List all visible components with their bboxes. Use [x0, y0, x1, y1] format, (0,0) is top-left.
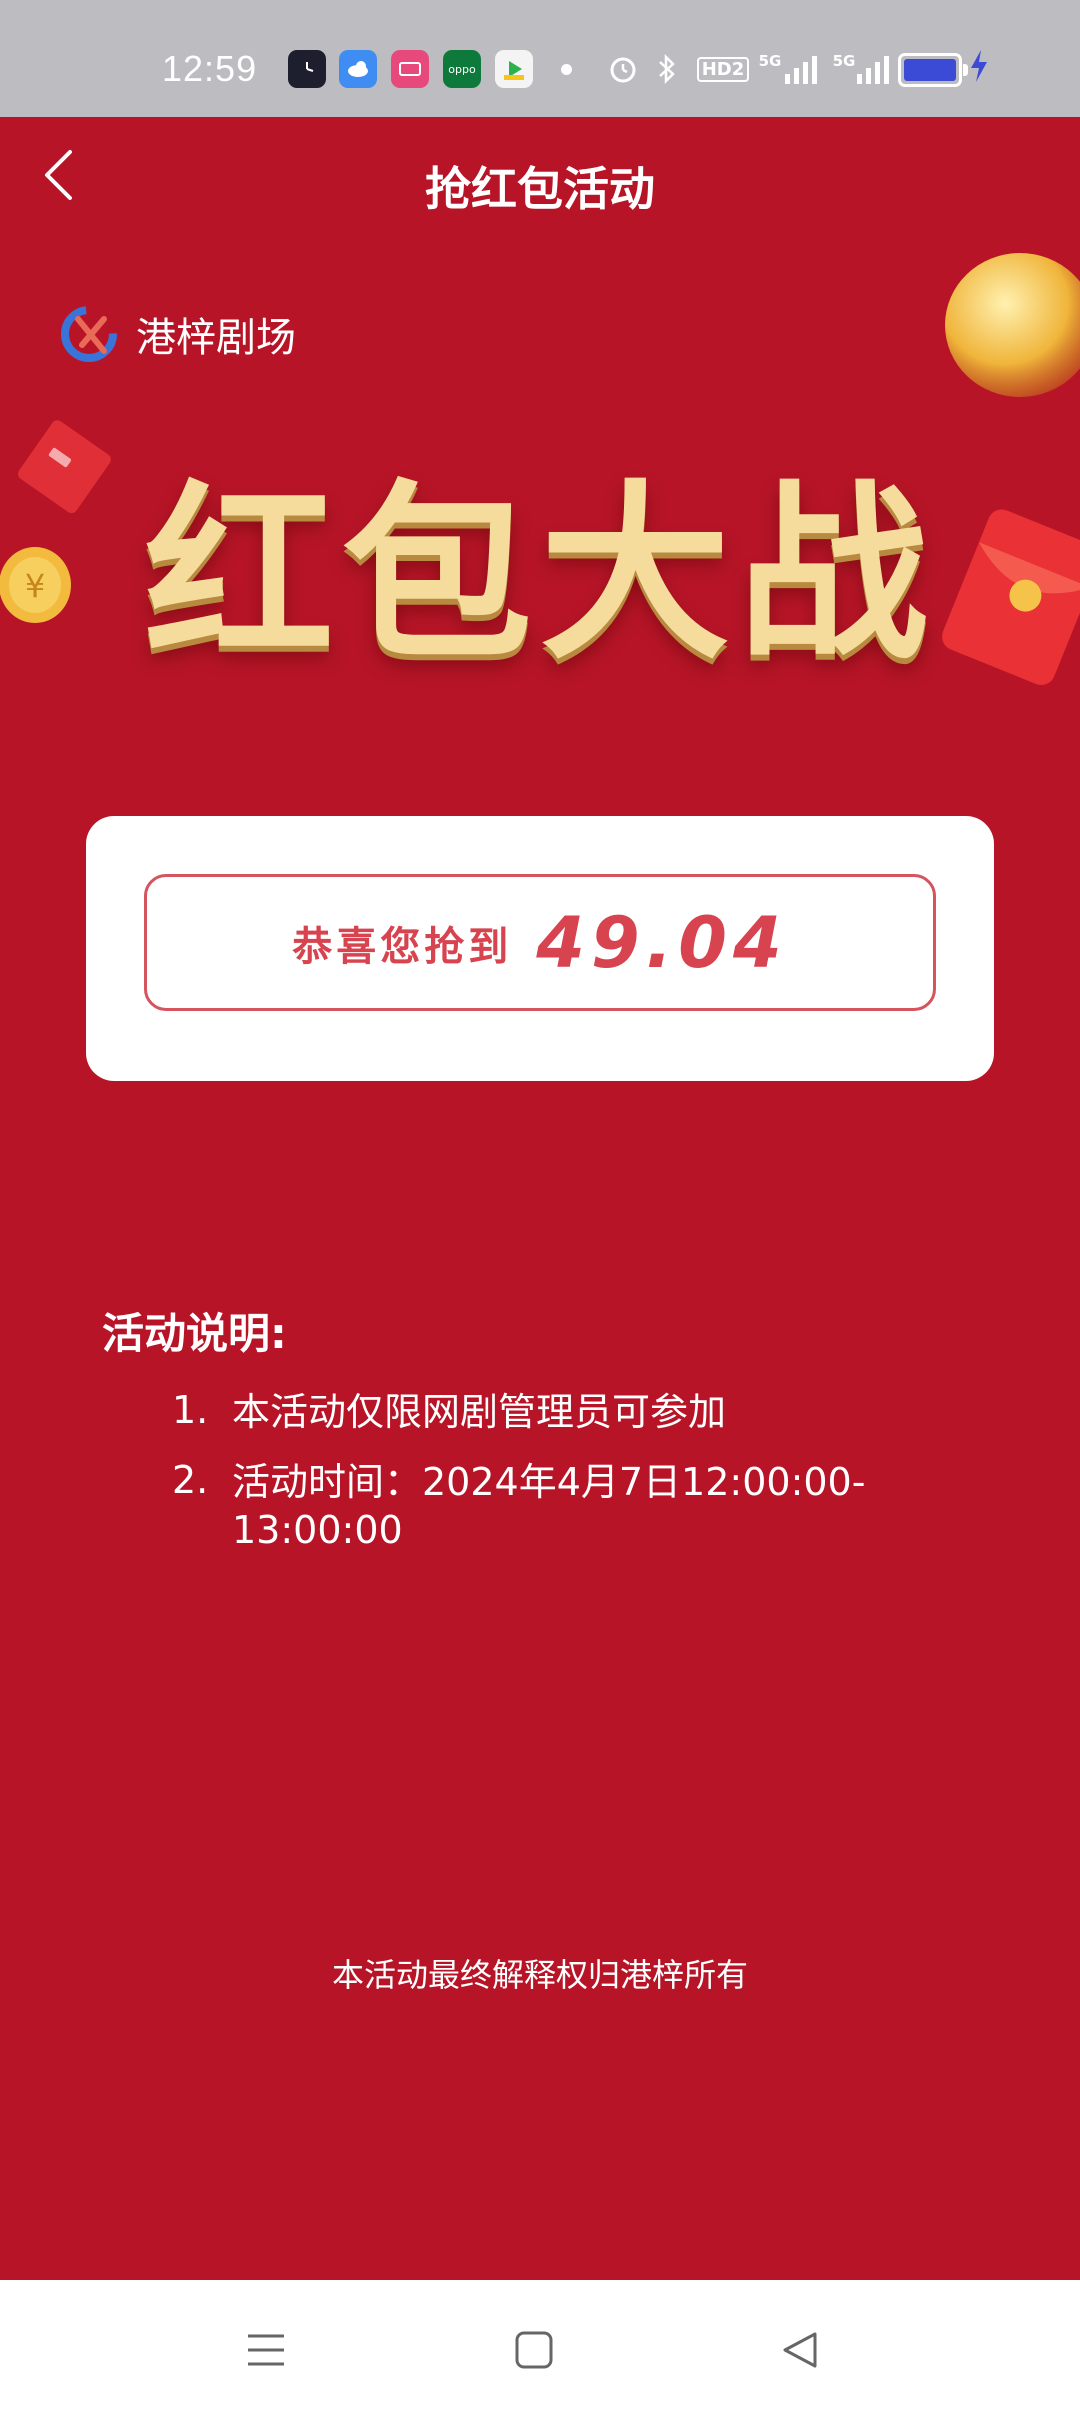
square-icon	[515, 2331, 553, 2369]
prize-box: 恭喜您抢到 49.04	[144, 874, 936, 1011]
menu-icon	[248, 2334, 284, 2366]
bluetooth-icon	[650, 50, 684, 88]
video-app-icon	[391, 50, 429, 88]
battery-icon	[898, 53, 968, 87]
menu-nav-button[interactable]	[226, 2310, 306, 2390]
rule-number: 2.	[172, 1458, 209, 1502]
rule-text: 活动时间：2024年4月7日12:00:00-13:00:00	[232, 1460, 866, 1552]
prize-amount: 49.04	[536, 901, 788, 984]
hd-label: HD2	[696, 56, 750, 82]
status-time: 12:59	[162, 48, 258, 89]
oppo-app-icon: oppo	[443, 50, 481, 88]
oppo-app-label: oppo	[448, 62, 476, 76]
media-app-icon	[495, 50, 533, 88]
signal1-label: 5G	[758, 52, 782, 70]
triangle-back-icon	[783, 2332, 817, 2368]
rules-title: 活动说明:	[102, 1309, 287, 1358]
signal-5g-icon-2: 5G	[832, 50, 892, 88]
signal-5g-icon-1: 5G	[757, 50, 823, 88]
gold-coin-icon	[945, 253, 1080, 397]
back-nav-button[interactable]	[760, 2310, 840, 2390]
footer-note: 本活动最终解释权归港梓所有	[331, 1956, 748, 1994]
clock-app-icon	[288, 50, 326, 88]
status-bar: 12:59 oppo HD2 5G 5G	[0, 0, 1080, 117]
navigation-bar	[0, 2280, 1080, 2412]
rule-number: 1.	[172, 1388, 209, 1432]
prize-label: 恭喜您抢到	[292, 923, 513, 970]
notification-dot-icon	[561, 64, 572, 75]
banner-headline: 红包大战	[143, 462, 936, 685]
rule-item: 2. 活动时间：2024年4月7日12:00:00-13:00:00	[172, 1458, 882, 1554]
alarm-icon	[604, 50, 642, 88]
charging-icon	[968, 48, 990, 93]
page-title: 抢红包活动	[425, 162, 655, 216]
weather-app-icon	[339, 50, 377, 88]
brand: 港梓剧场	[60, 305, 296, 363]
brand-name: 港梓剧场	[136, 315, 296, 361]
result-card: 恭喜您抢到 49.04	[86, 816, 994, 1081]
rule-item: 1. 本活动仅限网剧管理员可参加	[172, 1388, 932, 1436]
signal2-label: 5G	[832, 52, 856, 70]
home-nav-button[interactable]	[494, 2310, 574, 2390]
brand-logo-icon	[61, 306, 117, 362]
rule-text: 本活动仅限网剧管理员可参加	[232, 1390, 727, 1434]
hd-icon: HD2	[696, 50, 750, 88]
